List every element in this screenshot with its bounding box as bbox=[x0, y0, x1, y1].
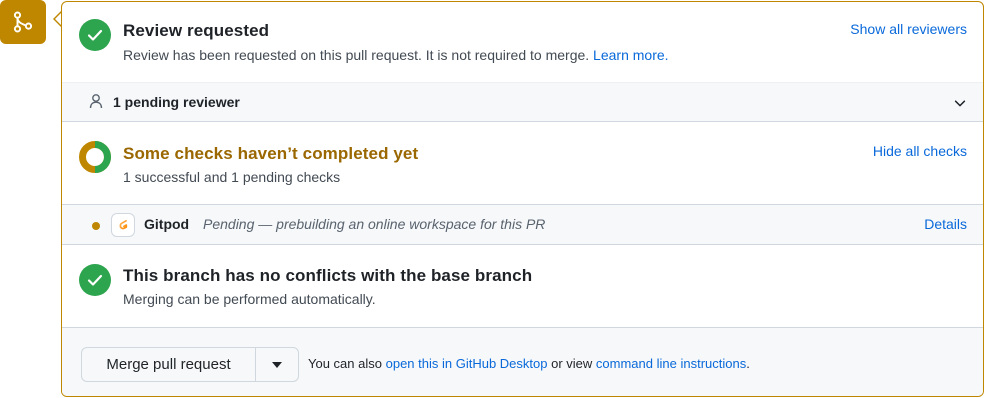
check-description: Pending — prebuilding an online workspac… bbox=[203, 216, 546, 232]
chevron-down-icon bbox=[954, 100, 966, 107]
open-github-desktop-link[interactable]: open this in GitHub Desktop bbox=[386, 356, 548, 371]
merge-method-dropdown[interactable] bbox=[256, 347, 299, 382]
note-middle: or view bbox=[551, 356, 593, 371]
pending-ring-icon bbox=[79, 141, 111, 173]
conflicts-description: Merging can be performed automatically. bbox=[123, 291, 376, 307]
hide-all-checks-link[interactable]: Hide all checks bbox=[873, 143, 967, 159]
merge-pull-request-button[interactable]: Merge pull request bbox=[81, 347, 256, 382]
checks-section: Some checks haven’t completed yet 1 succ… bbox=[62, 122, 983, 204]
learn-more-link[interactable]: Learn more. bbox=[593, 47, 668, 63]
command-line-instructions-link[interactable]: command line instructions bbox=[596, 356, 746, 371]
review-section: Review requested Review has been request… bbox=[62, 2, 983, 82]
check-name: Gitpod bbox=[144, 216, 190, 232]
git-merge-badge bbox=[0, 0, 46, 44]
checks-title: Some checks haven’t completed yet bbox=[123, 144, 419, 163]
check-details-link[interactable]: Details bbox=[924, 216, 967, 232]
merge-button-group: Merge pull request bbox=[81, 347, 299, 382]
pending-reviewer-label: 1 pending reviewer bbox=[113, 94, 240, 110]
gitpod-logo-icon bbox=[111, 213, 135, 237]
note-prefix: You can also bbox=[308, 356, 382, 371]
git-merge-icon bbox=[13, 11, 33, 33]
check-circle-icon bbox=[79, 264, 111, 296]
person-icon bbox=[89, 94, 103, 109]
merge-box: Review requested Review has been request… bbox=[61, 1, 984, 397]
pending-reviewer-toggle[interactable]: 1 pending reviewer bbox=[62, 82, 983, 122]
merge-actions: Merge pull request You can also open thi… bbox=[62, 327, 983, 396]
merge-alternatives-note: You can also open this in GitHub Desktop… bbox=[308, 356, 750, 371]
checks-summary: 1 successful and 1 pending checks bbox=[123, 169, 341, 185]
triangle-down-icon bbox=[272, 361, 282, 368]
conflicts-title: This branch has no conflicts with the ba… bbox=[123, 266, 533, 285]
note-suffix: . bbox=[746, 356, 750, 371]
pending-status-dot bbox=[92, 222, 100, 230]
show-all-reviewers-link[interactable]: Show all reviewers bbox=[850, 21, 967, 37]
review-title: Review requested bbox=[123, 21, 270, 40]
review-description-text: Review has been requested on this pull r… bbox=[123, 47, 590, 63]
review-description: Review has been requested on this pull r… bbox=[123, 47, 669, 63]
check-row-gitpod: Gitpod Pending — prebuilding an online w… bbox=[62, 204, 983, 245]
check-circle-icon bbox=[79, 19, 111, 51]
conflicts-section: This branch has no conflicts with the ba… bbox=[62, 245, 983, 327]
